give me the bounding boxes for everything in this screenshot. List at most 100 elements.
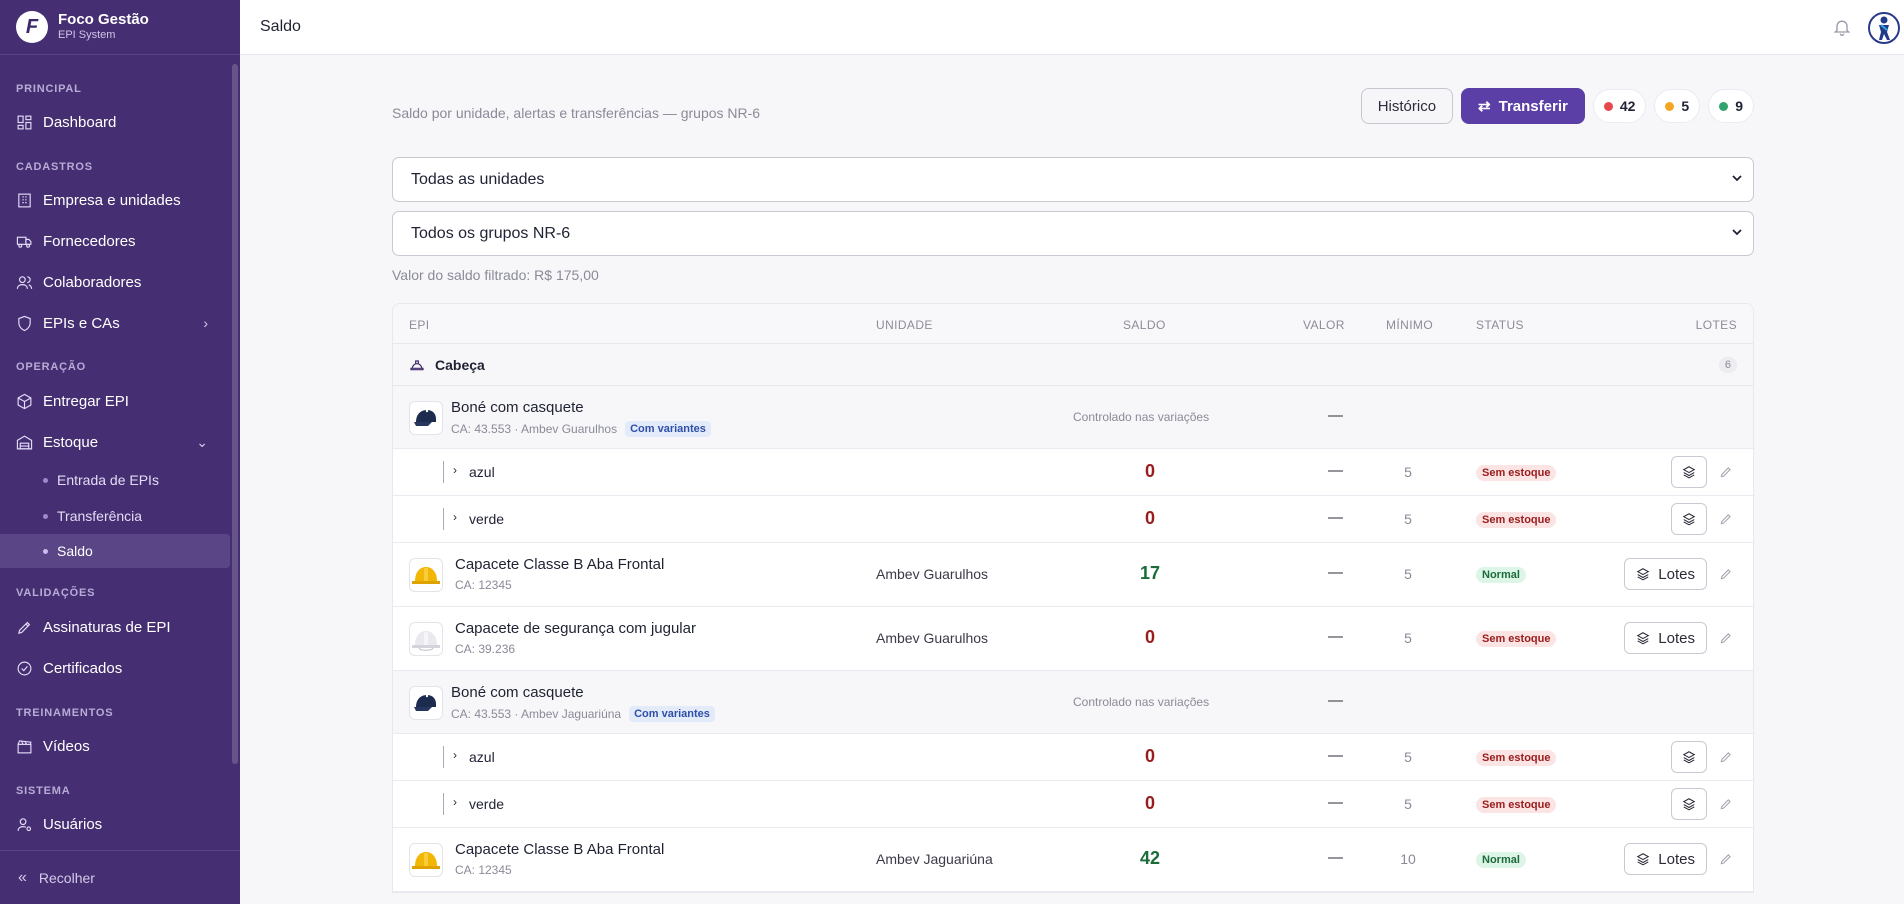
avatar-figure-icon: [1879, 16, 1890, 40]
pencil-icon[interactable]: [1719, 852, 1733, 866]
double-chevron-left-icon: «: [18, 868, 27, 886]
green-dot-icon: [1719, 101, 1729, 111]
lotes-label: Lotes: [1658, 629, 1695, 647]
sidebar-item-empresa[interactable]: Empresa e unidades: [0, 182, 230, 218]
status-badge: Sem estoque: [1476, 465, 1557, 481]
chevron-right-icon[interactable]: ›: [453, 748, 457, 762]
historico-button[interactable]: Histórico: [1360, 88, 1454, 124]
pencil-icon[interactable]: [1719, 797, 1733, 811]
chevron-down-icon: ⌄: [196, 433, 208, 450]
table-row[interactable]: Capacete Classe B Aba Frontal CA: 12345 Am…: [393, 543, 1753, 607]
group-row[interactable]: Cabeça 6: [393, 344, 1753, 386]
users-icon: [16, 275, 33, 289]
sidebar-item-videos[interactable]: Vídeos: [0, 728, 230, 764]
variants-badge: Com variantes: [625, 421, 711, 437]
sidebar-subitem-saldo[interactable]: Saldo: [0, 534, 230, 568]
collapse-label: Recolher: [38, 869, 95, 886]
chevron-right-icon[interactable]: ›: [453, 510, 457, 524]
variant-row[interactable]: › verde 0 — 5 Sem estoque: [393, 781, 1753, 828]
status-badge: Normal: [1476, 852, 1526, 868]
helmet-yellow-icon: [409, 843, 443, 877]
product-name: Capacete de segurança com jugular: [455, 620, 696, 637]
layers-icon: [1682, 798, 1696, 811]
tree-line: [443, 508, 444, 530]
check-circle-icon: [17, 661, 32, 675]
sidebar-item-epis[interactable]: EPIs e CAs ›: [0, 305, 230, 341]
grid-icon: [17, 115, 32, 129]
table-row[interactable]: Capacete Classe B Aba Frontal CA: 12345 Am…: [393, 828, 1753, 892]
sidebar-scrollbar[interactable]: [232, 64, 238, 764]
alert-count-amber[interactable]: 5: [1654, 89, 1701, 123]
alert-count-green[interactable]: 9: [1708, 89, 1754, 123]
sidebar-item-dashboard[interactable]: Dashboard: [0, 104, 230, 140]
sidebar-item-entregar[interactable]: Entregar EPI: [0, 383, 230, 419]
product-meta: CA: 39.236: [455, 642, 516, 656]
header-actions: Histórico ⇄ Transferir 42 5 9: [1360, 88, 1754, 124]
sidebar-item-assinaturas[interactable]: Assinaturas de EPI: [0, 609, 230, 645]
lotes-button[interactable]: [1671, 503, 1707, 535]
section-operacao: OPERAÇÃO: [16, 361, 86, 373]
lotes-button[interactable]: [1671, 456, 1707, 488]
minimo-cell: 5: [1404, 566, 1412, 582]
chevron-right-icon[interactable]: ›: [453, 795, 457, 809]
pencil-icon[interactable]: [1719, 750, 1733, 764]
bell-icon[interactable]: [1832, 17, 1852, 37]
lotes-button[interactable]: [1671, 788, 1707, 820]
variant-row[interactable]: › azul 0 — 5 Sem estoque: [393, 734, 1753, 781]
section-principal: PRINCIPAL: [16, 83, 82, 95]
status-badge: Sem estoque: [1476, 631, 1557, 647]
lotes-button[interactable]: Lotes: [1624, 622, 1707, 654]
saldo-cell: 0: [1144, 461, 1155, 481]
valor-cell: —: [1328, 462, 1343, 479]
pencil-icon[interactable]: [1719, 567, 1733, 581]
valor-cell: —: [1328, 849, 1343, 866]
lotes-button[interactable]: Lotes: [1624, 843, 1707, 875]
product-name: Boné com casquete: [451, 684, 584, 701]
saldo-cell: 42: [1139, 848, 1161, 868]
sidebar-item-estoque[interactable]: Estoque ⌄: [0, 424, 230, 460]
sidebar-subitem-transferencia[interactable]: Transferência: [0, 499, 230, 533]
sidebar-item-certificados[interactable]: Certificados: [0, 650, 230, 686]
chevron-right-icon[interactable]: ›: [453, 463, 457, 477]
pencil-icon[interactable]: [1719, 631, 1733, 645]
alert-count-red[interactable]: 42: [1592, 89, 1647, 123]
unidade-select[interactable]: Todas as unidades: [392, 157, 1754, 202]
pencil-icon[interactable]: [1719, 512, 1733, 526]
variant-name: azul: [469, 749, 495, 765]
sidebar-item-fornecedores[interactable]: Fornecedores: [0, 223, 230, 259]
unidade-cell: Ambev Guarulhos: [876, 630, 989, 646]
section-sistema: SISTEMA: [16, 785, 71, 797]
parent-row[interactable]: Boné com casquete CA: 43.553 · Ambev Guar…: [393, 386, 1753, 449]
red-dot-icon: [1603, 101, 1613, 111]
grupo-select-value: Todos os grupos NR-6: [411, 224, 571, 242]
col-status: STATUS: [1476, 318, 1524, 332]
table-row[interactable]: Capacete de segurança com jugular CA: 39.…: [393, 607, 1753, 671]
variants-badge: Com variantes: [629, 706, 715, 722]
parent-row[interactable]: Boné com casquete CA: 43.553 · Ambev Jagu…: [393, 671, 1753, 734]
lotes-button[interactable]: [1671, 741, 1707, 773]
warehouse-icon: [16, 434, 33, 449]
variant-row[interactable]: › azul 0 — 5 Sem estoque: [393, 449, 1753, 496]
product-meta: CA: 43.553 · Ambev Jaguariúna: [451, 707, 622, 721]
unidade-cell: Ambev Guarulhos: [876, 566, 989, 582]
building-icon: [18, 193, 31, 207]
sidebar-item-usuarios[interactable]: Usuários: [0, 806, 230, 842]
col-valor: VALOR: [1303, 318, 1345, 332]
product-meta: CA: 12345: [455, 578, 512, 592]
collapse-sidebar-button[interactable]: « Recolher: [0, 850, 240, 904]
lotes-button[interactable]: Lotes: [1624, 558, 1707, 590]
sidebar-subitem-label: Entrada de EPIs: [57, 472, 159, 488]
avatar[interactable]: [1868, 12, 1900, 44]
variant-row[interactable]: › verde 0 — 5 Sem estoque: [393, 496, 1753, 543]
sidebar-subitem-entrada[interactable]: Entrada de EPIs: [0, 463, 230, 497]
pencil-icon[interactable]: [1719, 465, 1733, 479]
sidebar-subitem-label: Transferência: [57, 508, 143, 524]
transferir-button[interactable]: ⇄ Transferir: [1461, 88, 1585, 124]
sidebar-item-colaboradores[interactable]: Colaboradores: [0, 264, 230, 300]
grupo-select[interactable]: Todos os grupos NR-6: [392, 211, 1754, 256]
col-lotes: LOTES: [1695, 318, 1737, 332]
filtered-value-text: Valor do saldo filtrado: R$ 175,00: [392, 267, 599, 283]
col-unidade: UNIDADE: [876, 318, 933, 332]
chevron-right-icon: ›: [203, 315, 208, 331]
saldo-cell: 0: [1144, 508, 1155, 528]
